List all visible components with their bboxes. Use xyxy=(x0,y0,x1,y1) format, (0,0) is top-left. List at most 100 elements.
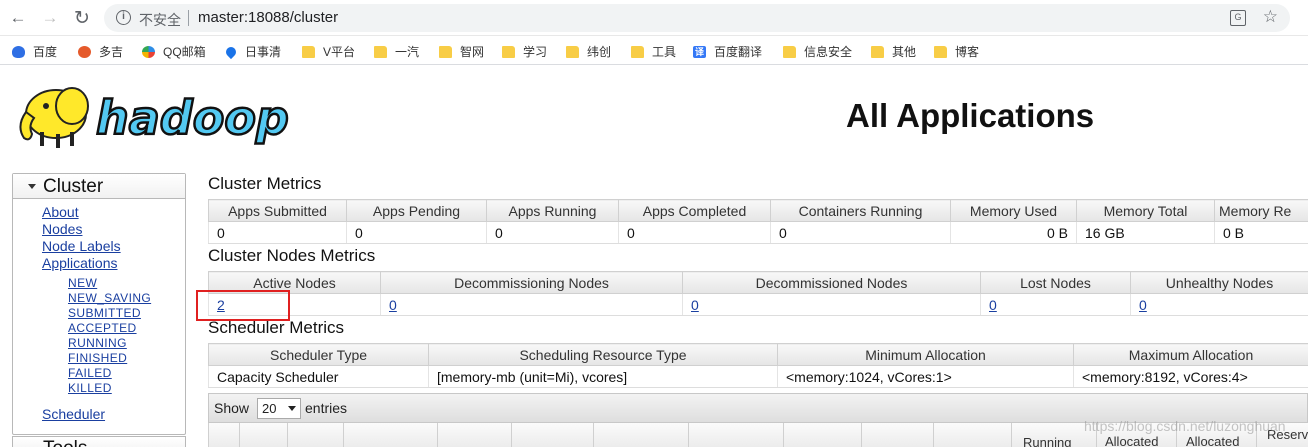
sidebar-link-about[interactable]: About xyxy=(42,204,79,220)
col-apps-completed: Apps Completed xyxy=(618,199,771,222)
page-title: All Applications xyxy=(846,97,1095,134)
sidebar-link-node-labels[interactable]: Node Labels xyxy=(42,238,121,254)
col-memory-reserved: Memory Re xyxy=(1214,199,1308,222)
table-header-cell[interactable] xyxy=(240,423,288,447)
bookmark-qq-mail[interactable]: QQ邮箱 xyxy=(142,43,206,60)
entries-label: entries xyxy=(305,400,348,416)
sidebar-link-applications[interactable]: Applications xyxy=(42,255,118,271)
logo-text: hadoop xyxy=(96,91,289,145)
bookmark-label: 纬创 xyxy=(587,45,612,59)
collapse-triangle-icon[interactable] xyxy=(28,184,36,189)
table-header-cell[interactable] xyxy=(438,423,512,447)
address-bar[interactable]: i 不安全 master:18088/cluster G ☆ xyxy=(104,4,1290,32)
pin-icon xyxy=(223,44,239,59)
bookmark-baidu[interactable]: 百度 xyxy=(12,43,57,60)
app-state-finished[interactable]: FINISHED xyxy=(68,351,127,365)
link-lost-nodes[interactable]: 0 xyxy=(989,297,997,313)
bookmark-label: QQ邮箱 xyxy=(163,45,206,59)
col-lost-nodes: Lost Nodes xyxy=(980,271,1131,294)
app-state-new[interactable]: NEW xyxy=(68,276,97,290)
bookmark-duoji[interactable]: 多吉 xyxy=(78,43,123,60)
col-memory-total: Memory Total xyxy=(1076,199,1215,222)
col-scheduling-resource-type: Scheduling Resource Type xyxy=(428,343,778,366)
table-header-cell[interactable] xyxy=(344,423,438,447)
col-containers-running: Containers Running xyxy=(770,199,951,222)
forward-arrow-icon[interactable]: → xyxy=(40,8,60,28)
bookmark-other[interactable]: 其他 xyxy=(871,43,916,60)
star-icon[interactable]: ☆ xyxy=(1263,7,1278,27)
cluster-section-title: Cluster xyxy=(43,176,104,197)
bookmark-blog[interactable]: 博客 xyxy=(934,43,979,60)
bookmark-label: 日事清 xyxy=(245,45,282,59)
dropdown-arrow-icon xyxy=(288,406,296,411)
duoji-icon xyxy=(78,45,91,58)
link-decommissioned-nodes[interactable]: 0 xyxy=(691,297,699,313)
bookmark-infosec[interactable]: 信息安全 xyxy=(783,43,852,60)
show-label: Show xyxy=(214,400,250,416)
app-state-new-saving[interactable]: NEW_SAVING xyxy=(68,291,151,305)
folder-icon xyxy=(631,45,644,58)
info-icon[interactable]: i xyxy=(116,10,131,25)
bookmark-label: 其他 xyxy=(892,45,917,59)
bookmark-label: 工具 xyxy=(652,45,677,59)
table-header-cell[interactable] xyxy=(784,423,862,447)
bookmark-wistron[interactable]: 纬创 xyxy=(566,43,611,60)
scheduler-metrics-title: Scheduler Metrics xyxy=(208,318,345,337)
cluster-section-header[interactable]: Cluster xyxy=(13,174,185,199)
bookmark-rishiqing[interactable]: 日事清 xyxy=(223,43,282,60)
baidu-icon xyxy=(12,45,25,58)
value-apps-submitted: 0 xyxy=(208,221,347,244)
col-memory-used: Memory Used xyxy=(950,199,1077,222)
table-header-cell[interactable] xyxy=(594,423,689,447)
table-header-cell[interactable] xyxy=(689,423,784,447)
app-state-failed[interactable]: FAILED xyxy=(68,366,112,380)
col-apps-pending: Apps Pending xyxy=(346,199,487,222)
table-header-row: Apps Submitted Apps Pending Apps Running… xyxy=(208,199,1308,222)
bookmark-label: 智网 xyxy=(460,45,485,59)
bookmark-label: 一汽 xyxy=(395,45,420,59)
table-header-cell[interactable] xyxy=(512,423,594,447)
folder-icon xyxy=(934,45,947,58)
app-state-killed[interactable]: KILLED xyxy=(68,381,112,395)
bookmark-label: 百度翻译 xyxy=(714,45,763,59)
url-text[interactable]: master:18088/cluster xyxy=(198,9,338,26)
col-apps-submitted: Apps Submitted xyxy=(208,199,347,222)
qq-mail-icon xyxy=(142,45,155,58)
table-header-cell[interactable] xyxy=(209,423,240,447)
sidebar-tools-panel[interactable]: Tools xyxy=(12,436,186,447)
col-apps-running: Apps Running xyxy=(486,199,619,222)
bookmark-label: 博客 xyxy=(955,45,980,59)
insecure-label[interactable]: 不安全 xyxy=(139,10,181,30)
bookmark-baidu-fanyi[interactable]: 译百度翻译 xyxy=(693,43,762,60)
nodes-metrics-title: Cluster Nodes Metrics xyxy=(208,246,376,265)
back-arrow-icon[interactable]: ← xyxy=(8,8,28,28)
bookmark-zhiwang[interactable]: 智网 xyxy=(439,43,484,60)
nodes-metrics-table: Active Nodes Decommissioning Nodes Decom… xyxy=(208,271,1308,316)
bookmark-v-platform[interactable]: V平台 xyxy=(302,43,355,60)
fanyi-icon: 译 xyxy=(693,45,706,58)
col-minimum-allocation: Minimum Allocation xyxy=(777,343,1074,366)
bookmark-label: 信息安全 xyxy=(804,45,853,59)
hadoop-logo[interactable]: hadoop xyxy=(12,76,312,154)
reload-icon[interactable]: ↻ xyxy=(72,8,92,29)
sidebar-cluster-panel: Cluster About Nodes Node Labels Applicat… xyxy=(12,173,186,435)
value-apps-running: 0 xyxy=(486,221,619,244)
page-size-select[interactable]: 20 xyxy=(257,398,301,419)
table-header-row: Active Nodes Decommissioning Nodes Decom… xyxy=(208,271,1308,294)
table-header-cell[interactable] xyxy=(288,423,344,447)
link-unhealthy-nodes[interactable]: 0 xyxy=(1139,297,1147,313)
bookmark-faw[interactable]: 一汽 xyxy=(374,43,419,60)
bookmark-tools[interactable]: 工具 xyxy=(631,43,676,60)
translate-icon[interactable]: G xyxy=(1230,10,1246,26)
bookmark-study[interactable]: 学习 xyxy=(502,43,547,60)
table-header-cell[interactable] xyxy=(934,423,1012,447)
app-state-running[interactable]: RUNNING xyxy=(68,336,127,350)
app-state-accepted[interactable]: ACCEPTED xyxy=(68,321,137,335)
app-state-submitted[interactable]: SUBMITTED xyxy=(68,306,141,320)
sidebar-link-nodes[interactable]: Nodes xyxy=(42,221,82,237)
sidebar-link-scheduler[interactable]: Scheduler xyxy=(42,406,105,422)
value-maximum-allocation: <memory:8192, vCores:4> xyxy=(1073,365,1308,388)
link-decommissioning-nodes[interactable]: 0 xyxy=(389,297,397,313)
col-decommissioning-nodes: Decommissioning Nodes xyxy=(380,271,683,294)
table-header-cell[interactable] xyxy=(862,423,934,447)
